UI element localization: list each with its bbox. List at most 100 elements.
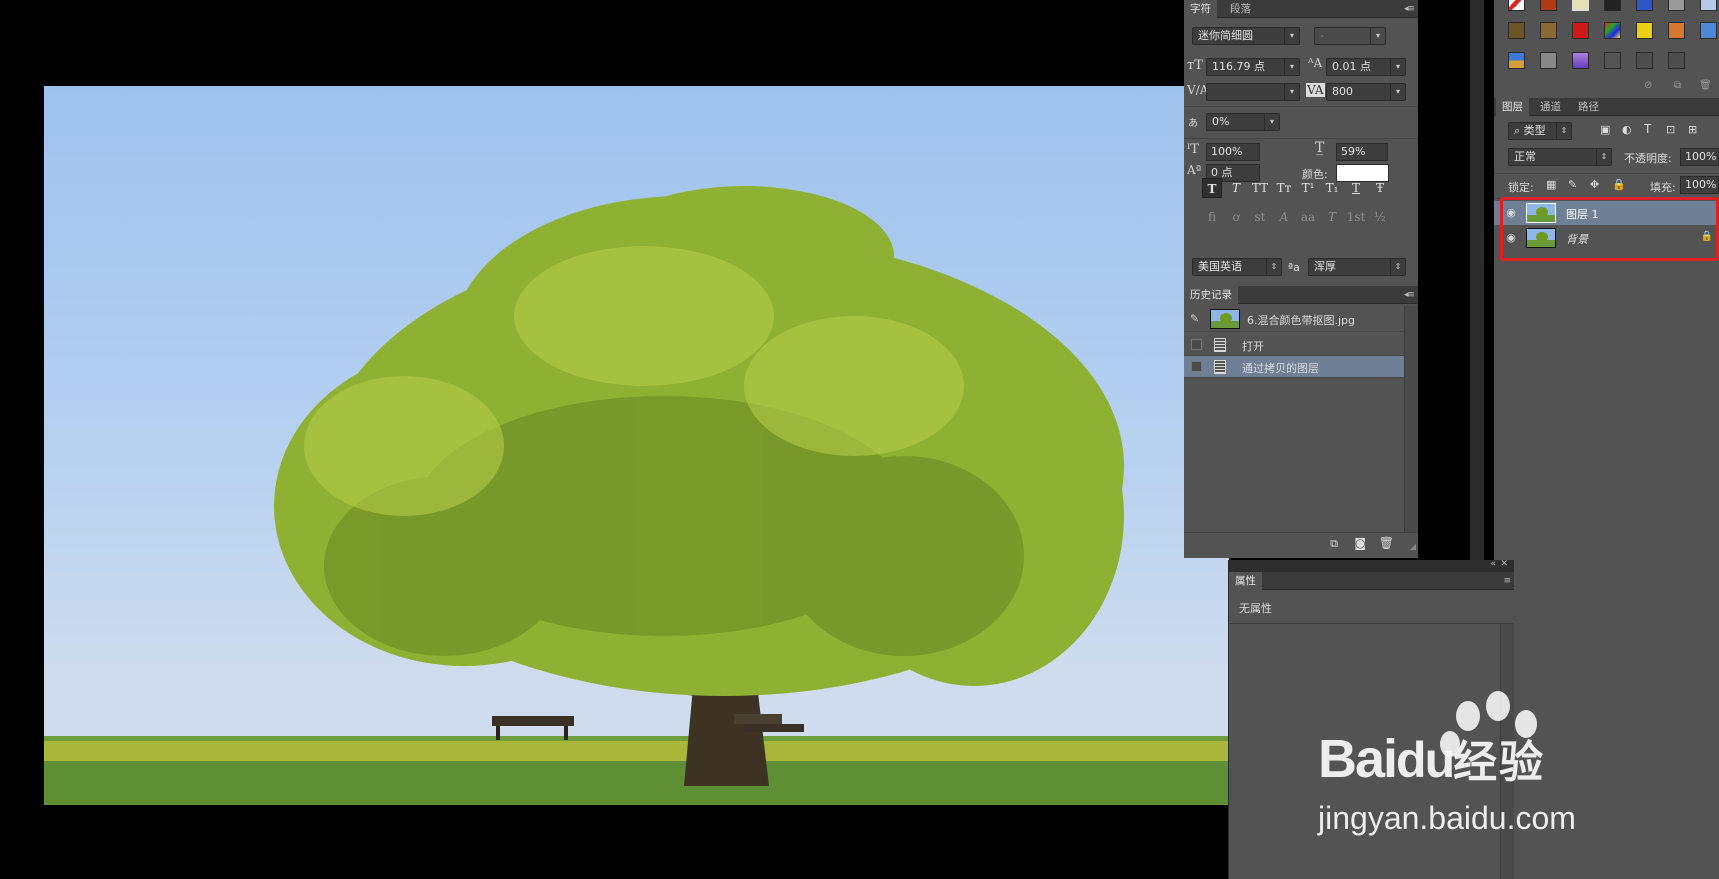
- style-swatch[interactable]: [1700, 22, 1717, 39]
- filter-pixel-icon[interactable]: ▣: [1600, 123, 1610, 136]
- chevron-down-icon: ⇕: [1596, 149, 1611, 165]
- font-family-dropdown[interactable]: 迷你简细圆 ▾: [1192, 27, 1300, 45]
- antialias-dropdown[interactable]: 浑厚 ⇕: [1308, 258, 1406, 276]
- new-style-icon[interactable]: ⧉: [1674, 80, 1681, 91]
- filter-smart-object-icon[interactable]: ⊞: [1688, 123, 1697, 136]
- lock-position-icon[interactable]: ✥: [1590, 178, 1599, 191]
- style-swatch[interactable]: [1604, 0, 1621, 11]
- history-scrollbar[interactable]: [1404, 306, 1418, 532]
- filter-shape-icon[interactable]: ⊡: [1666, 123, 1675, 136]
- baseline-shift-icon: Aª: [1187, 163, 1202, 177]
- tab-layers[interactable]: 图层: [1496, 98, 1529, 116]
- resize-grip-icon[interactable]: ◢: [1410, 542, 1416, 551]
- style-swatch[interactable]: [1636, 52, 1653, 69]
- tracking-field[interactable]: 800 ▾: [1326, 83, 1406, 101]
- tab-channels[interactable]: 通道: [1534, 98, 1567, 116]
- discretionary-ligatures-button[interactable]: ơ: [1226, 207, 1246, 227]
- style-swatch[interactable]: [1636, 22, 1653, 39]
- watermark-url: jingyan.baidu.com: [1318, 800, 1576, 836]
- antialias-icon: ªa: [1288, 261, 1300, 274]
- fill-field[interactable]: 100%: [1680, 176, 1719, 194]
- language-dropdown[interactable]: 美国英语 ⇕: [1192, 258, 1282, 276]
- history-panel: 历史记录 ◂≡ ✎ 6.混合颜色带抠图.jpg 打开 通过拷贝的图层 ⧉ ◙ 🗑…: [1184, 286, 1418, 558]
- style-swatch[interactable]: [1572, 22, 1589, 39]
- font-size-value: 116.79 点: [1212, 60, 1265, 73]
- small-caps-button[interactable]: Tт: [1274, 178, 1294, 198]
- style-swatch[interactable]: [1540, 52, 1557, 69]
- history-item-open[interactable]: 打开: [1184, 334, 1404, 356]
- lock-transparent-icon[interactable]: ▦: [1546, 178, 1556, 191]
- style-swatch[interactable]: [1540, 0, 1557, 11]
- vertical-scale-field[interactable]: 100%: [1206, 143, 1260, 161]
- titling-alternates-button[interactable]: aa: [1298, 207, 1318, 227]
- font-size-field[interactable]: 116.79 点 ▾: [1206, 58, 1300, 76]
- collapse-icon[interactable]: «: [1490, 559, 1496, 569]
- superscript-button[interactable]: T¹: [1298, 178, 1318, 198]
- tab-history[interactable]: 历史记录: [1184, 286, 1238, 304]
- history-item-layer-via-copy[interactable]: 通过拷贝的图层: [1184, 356, 1404, 378]
- delete-style-icon[interactable]: 🗑: [1699, 80, 1712, 91]
- chevron-down-icon: ▾: [1284, 28, 1299, 44]
- tab-properties[interactable]: 属性: [1229, 572, 1262, 590]
- character-panel: 字符 段落 ◂≡ 迷你简细圆 ▾ - ▾ ᴛT 116.79 点 ▾ ᴬA 0.01 …: [1184, 0, 1418, 288]
- all-caps-button[interactable]: TT: [1250, 178, 1270, 198]
- style-swatch[interactable]: [1604, 22, 1621, 39]
- close-icon[interactable]: ✕: [1500, 559, 1508, 569]
- faux-italic-button[interactable]: T: [1226, 178, 1246, 198]
- superior-button[interactable]: 1st: [1346, 207, 1366, 227]
- panel-menu-icon[interactable]: ≡: [1503, 576, 1510, 586]
- ordinals-button[interactable]: T: [1322, 207, 1342, 227]
- new-document-from-state-icon[interactable]: ⧉: [1330, 537, 1338, 551]
- strikethrough-button[interactable]: Ŧ: [1370, 178, 1390, 198]
- tab-paths[interactable]: 路径: [1572, 98, 1605, 116]
- lock-all-icon[interactable]: 🔒: [1612, 178, 1626, 191]
- panel-menu-icon[interactable]: ◂≡: [1404, 4, 1415, 14]
- style-swatch[interactable]: [1508, 22, 1525, 39]
- filter-adjustment-icon[interactable]: ◐: [1622, 123, 1632, 136]
- horizontal-scale-field[interactable]: 59%: [1336, 143, 1388, 161]
- faux-bold-button[interactable]: T: [1202, 178, 1222, 198]
- snapshot-name: 6.混合颜色带抠图.jpg: [1247, 314, 1356, 327]
- fractions-button[interactable]: ½: [1370, 207, 1390, 227]
- style-swatch[interactable]: [1508, 52, 1525, 69]
- swash-button[interactable]: A: [1274, 207, 1294, 227]
- tab-character[interactable]: 字符: [1184, 0, 1217, 18]
- layer-filter-dropdown[interactable]: ⌕ 类型 ⇕: [1508, 122, 1572, 140]
- lock-image-icon[interactable]: ✎: [1568, 178, 1577, 191]
- font-style-dropdown[interactable]: - ▾: [1314, 27, 1386, 45]
- style-swatch[interactable]: [1508, 0, 1525, 11]
- subscript-button[interactable]: T₁: [1322, 178, 1342, 198]
- style-swatch[interactable]: [1700, 0, 1717, 11]
- chevron-down-icon: ⇕: [1556, 123, 1571, 139]
- style-swatch[interactable]: [1668, 0, 1685, 11]
- underline-button[interactable]: T: [1346, 178, 1366, 198]
- blend-mode-dropdown[interactable]: 正常 ⇕: [1508, 148, 1612, 166]
- style-swatch[interactable]: [1604, 52, 1621, 69]
- style-swatch[interactable]: [1668, 22, 1685, 39]
- style-swatch[interactable]: [1572, 0, 1589, 11]
- kerning-field[interactable]: ▾: [1206, 83, 1300, 101]
- history-panel-tabbar: 历史记录 ◂≡: [1184, 286, 1418, 304]
- camera-icon[interactable]: ◙: [1354, 536, 1366, 550]
- document-canvas[interactable]: [44, 86, 1229, 805]
- style-swatch[interactable]: [1540, 22, 1557, 39]
- panel-menu-icon[interactable]: ◂≡: [1404, 290, 1415, 300]
- history-item-label: 打开: [1242, 340, 1264, 353]
- history-checkbox[interactable]: [1191, 361, 1202, 372]
- filter-type-icon[interactable]: T: [1644, 122, 1651, 136]
- style-swatch[interactable]: [1572, 52, 1589, 69]
- tsume-field[interactable]: 0% ▾: [1206, 113, 1280, 131]
- history-checkbox[interactable]: [1191, 339, 1202, 350]
- style-swatch[interactable]: [1668, 52, 1685, 69]
- chevron-down-icon: ▾: [1284, 84, 1299, 100]
- trash-icon[interactable]: 🗑: [1379, 536, 1394, 550]
- stylistic-alternates-button[interactable]: st: [1250, 207, 1270, 227]
- chevron-down-icon: ▾: [1370, 28, 1385, 44]
- history-snapshot[interactable]: ✎ 6.混合颜色带抠图.jpg: [1184, 306, 1404, 332]
- ligatures-button[interactable]: fi: [1202, 207, 1222, 227]
- opacity-field[interactable]: 100%: [1680, 148, 1719, 166]
- style-swatch[interactable]: [1636, 0, 1653, 11]
- tab-paragraph[interactable]: 段落: [1224, 0, 1257, 18]
- leading-field[interactable]: 0.01 点 ▾: [1326, 58, 1406, 76]
- clear-style-icon[interactable]: ⊘: [1644, 80, 1652, 91]
